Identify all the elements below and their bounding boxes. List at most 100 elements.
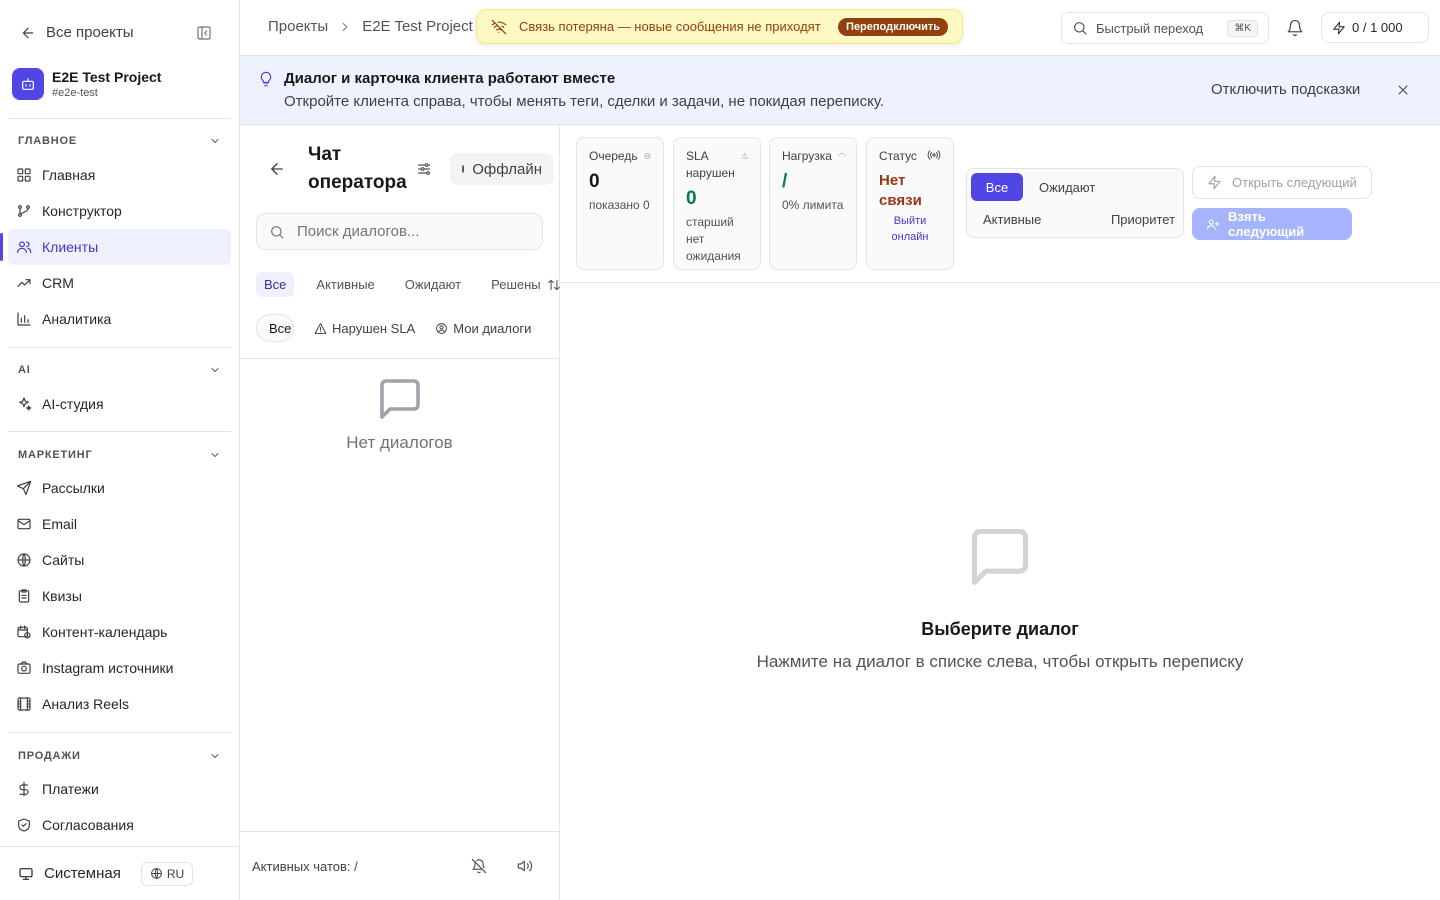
sidebar-item-content-calendar[interactable]: Контент-календарь bbox=[8, 614, 231, 650]
main-panel: Очередь ⊖ 0 показано 0 SLA нарушен ⚠ 0 ста… bbox=[560, 125, 1440, 900]
quick-search[interactable]: Быстрый переход ⌘K bbox=[1061, 12, 1269, 44]
breadcrumb-projects[interactable]: Проекты bbox=[268, 18, 328, 35]
breadcrumb-project[interactable]: E2E Test Project bbox=[362, 18, 473, 35]
bar-chart-icon bbox=[17, 312, 31, 326]
bell-icon bbox=[1287, 19, 1303, 37]
sidebar-item-payments[interactable]: Платежи bbox=[8, 771, 231, 807]
close-hint-button[interactable] bbox=[1395, 82, 1411, 98]
wifi-off-icon bbox=[491, 19, 507, 34]
queue-filter-all[interactable]: Все bbox=[971, 173, 1023, 201]
reconnect-button[interactable]: Переподключить bbox=[838, 17, 948, 36]
sidebar-item-analytics[interactable]: Аналитика bbox=[8, 301, 231, 337]
disable-hints-button[interactable]: Отключить подсказки bbox=[1211, 81, 1360, 98]
chevron-down-icon bbox=[211, 139, 219, 143]
take-next-button[interactable]: Взять следующий bbox=[1192, 208, 1352, 240]
sidebar-item-home[interactable]: Главная bbox=[8, 157, 231, 193]
sidebar-item-approvals[interactable]: Согласования bbox=[8, 807, 231, 843]
language-switcher[interactable]: RU bbox=[140, 861, 194, 886]
empty-state-description: Нажмите на диалог в списке слева, чтобы … bbox=[756, 652, 1244, 671]
theme-switcher[interactable]: Системная bbox=[18, 865, 121, 882]
channel-select[interactable]: Все bbox=[256, 314, 294, 342]
open-next-label: Открыть следующий bbox=[1232, 175, 1357, 190]
section-sales-header[interactable]: ПРОДАЖИ bbox=[8, 744, 231, 768]
sidebar-item-label: Email bbox=[42, 516, 78, 532]
stat-queue-label: Очередь bbox=[589, 149, 638, 163]
sidebar-item-email[interactable]: Email bbox=[8, 506, 231, 542]
tab-waiting[interactable]: Ожидают bbox=[397, 272, 469, 297]
back-button[interactable] bbox=[268, 160, 286, 178]
section-marketing-header[interactable]: МАРКЕТИНГ bbox=[8, 443, 231, 467]
sidebar-item-label: AI-студия bbox=[42, 396, 104, 412]
hint-title: Диалог и карточка клиента работают вмест… bbox=[284, 70, 616, 87]
sidebar-item-mailings[interactable]: Рассылки bbox=[8, 470, 231, 506]
sidebar-item-builder[interactable]: Конструктор bbox=[8, 193, 231, 229]
dialog-search bbox=[256, 213, 543, 250]
sidebar-item-crm[interactable]: CRM bbox=[8, 265, 231, 301]
notifications-button[interactable] bbox=[1286, 19, 1304, 37]
gauge-icon: ◠ bbox=[837, 151, 846, 161]
zap-icon bbox=[1208, 175, 1221, 190]
divider bbox=[8, 732, 231, 733]
git-branch-icon bbox=[18, 205, 30, 217]
mute-notifications-button[interactable] bbox=[471, 858, 487, 874]
operator-status-toggle[interactable]: Оффлайн bbox=[450, 153, 554, 185]
sidebar-item-reels-analysis[interactable]: Анализ Reels bbox=[8, 686, 231, 722]
section-sales: ПРОДАЖИ Платежи Согласования bbox=[8, 744, 231, 843]
all-projects-link[interactable]: Все проекты bbox=[20, 24, 134, 41]
sliders-icon bbox=[418, 163, 430, 175]
open-next-button[interactable]: Открыть следующий bbox=[1192, 166, 1372, 199]
volume-icon bbox=[517, 860, 533, 872]
credits-badge[interactable]: 0 / 1 000 bbox=[1321, 12, 1429, 43]
status-dot bbox=[462, 165, 465, 173]
sort-arrows-icon bbox=[547, 279, 560, 290]
dialog-search-input[interactable] bbox=[297, 223, 527, 240]
filter-my-dialogs[interactable]: Мои диалоги bbox=[435, 321, 531, 336]
queue-filter-waiting[interactable]: Ожидают bbox=[1031, 173, 1181, 201]
sidebar-collapse-icon bbox=[197, 26, 211, 40]
users-icon bbox=[17, 241, 32, 253]
theme-label: Системная bbox=[44, 865, 121, 882]
connection-lost-banner: Связь потеряна — новые сообщения не прих… bbox=[476, 9, 963, 44]
arrow-left-icon bbox=[22, 27, 34, 38]
settings-sliders-button[interactable] bbox=[416, 161, 432, 177]
section-marketing-title: МАРКЕТИНГ bbox=[18, 449, 93, 461]
empty-dialogs: Нет диалогов bbox=[240, 375, 559, 453]
stat-load-value: / bbox=[782, 171, 788, 192]
sidebar-item-instagram-sources[interactable]: Instagram источники bbox=[8, 650, 231, 686]
tab-all[interactable]: Все bbox=[256, 272, 295, 297]
sidebar-item-sites[interactable]: Сайты bbox=[8, 542, 231, 578]
sound-button[interactable] bbox=[517, 858, 533, 874]
channel-select-value: Все bbox=[269, 320, 292, 336]
section-ai-title: AI bbox=[18, 364, 31, 376]
section-main-header[interactable]: ГЛАВНОЕ bbox=[8, 129, 231, 153]
filter-sla-breached[interactable]: Нарушен SLA bbox=[314, 321, 415, 336]
sidebar-item-label: Анализ Reels bbox=[42, 696, 129, 712]
active-chats-count: Активных чатов: / bbox=[252, 858, 358, 874]
bell-off-icon bbox=[471, 858, 487, 874]
tab-resolved[interactable]: Решены bbox=[483, 272, 549, 297]
project-switcher[interactable]: E2E Test Project #e2e-test bbox=[12, 68, 161, 100]
sidebar-item-ai-studio[interactable]: AI-студия bbox=[8, 386, 231, 422]
queue-filter-priority[interactable]: Приоритет bbox=[1105, 205, 1181, 233]
sidebar-item-quizzes[interactable]: Квизы bbox=[8, 578, 231, 614]
stat-status-label: Статус bbox=[879, 149, 917, 163]
stat-status-value: Нет связи bbox=[879, 172, 922, 209]
sort-button[interactable] bbox=[547, 278, 561, 292]
tab-active[interactable]: Активные bbox=[308, 272, 382, 297]
all-projects-label: Все проекты bbox=[46, 24, 134, 41]
sidebar-item-label: Согласования bbox=[42, 817, 134, 833]
collapse-sidebar-button[interactable] bbox=[196, 25, 212, 41]
hint-banner: Диалог и карточка клиента работают вмест… bbox=[240, 56, 1440, 125]
chevron-down-icon bbox=[211, 754, 219, 758]
queue-filter-active[interactable]: Активные bbox=[971, 205, 1097, 233]
sidebar-item-clients[interactable]: Клиенты bbox=[0, 229, 231, 265]
language-label: RU bbox=[166, 866, 185, 881]
stat-sla-label: SLA нарушен bbox=[686, 149, 735, 180]
go-online-link[interactable]: Выйти онлайн bbox=[879, 213, 941, 245]
section-ai-header[interactable]: AI bbox=[8, 358, 231, 382]
monitor-icon bbox=[19, 867, 33, 880]
message-square-icon bbox=[379, 379, 420, 419]
sidebar-item-label: CRM bbox=[42, 275, 74, 291]
globe-icon bbox=[150, 868, 162, 879]
shield-check-icon bbox=[18, 818, 30, 832]
